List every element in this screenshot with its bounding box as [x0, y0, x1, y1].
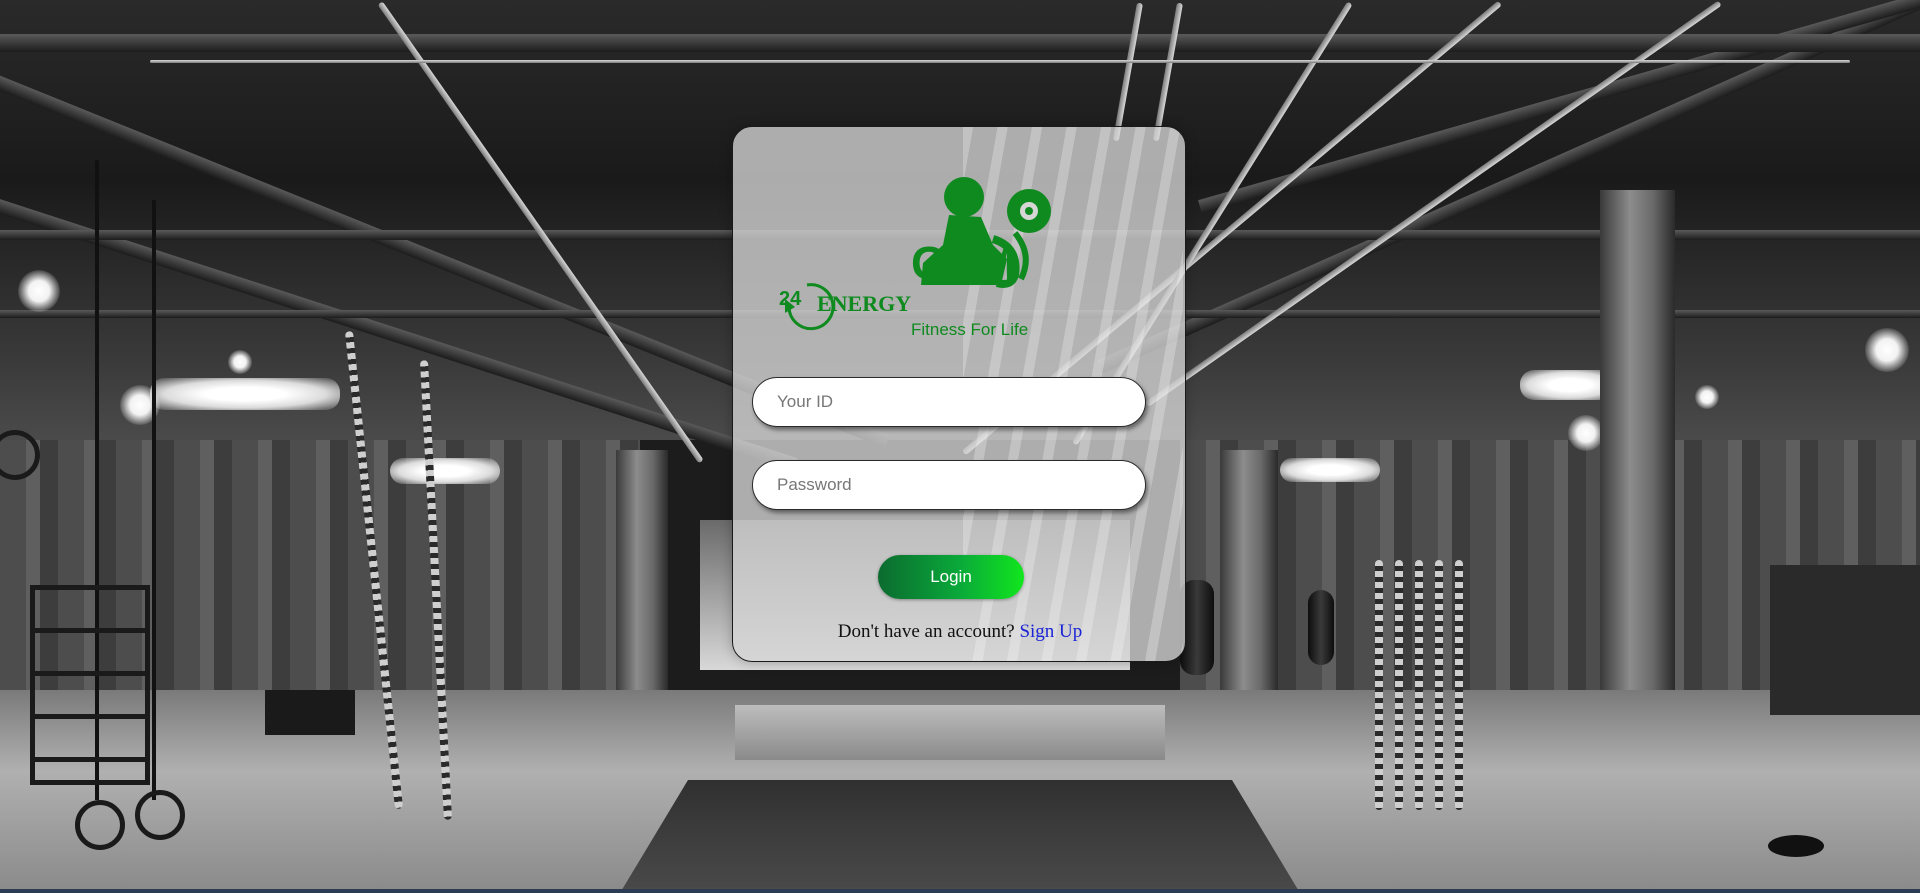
- signup-prompt-text: Don't have an account?: [837, 621, 1020, 642]
- logo-energy-text: ENERGY: [817, 291, 911, 316]
- login-card: GYM 24 ENERGY Fitness For Life Login Don…: [732, 126, 1186, 662]
- logo-tagline-text: Fitness For Life: [911, 320, 1028, 339]
- signup-link[interactable]: Sign Up: [1019, 621, 1082, 642]
- password-input[interactable]: [752, 460, 1146, 510]
- signup-row: Don't have an account? Sign Up: [733, 621, 1185, 643]
- id-input[interactable]: [752, 377, 1146, 427]
- logo-number-text: 24: [779, 288, 802, 310]
- gym-logo: GYM 24 ENERGY Fitness For Life: [779, 177, 1051, 339]
- logo-gym-text: GYM: [911, 237, 1016, 289]
- login-button[interactable]: Login: [878, 555, 1024, 599]
